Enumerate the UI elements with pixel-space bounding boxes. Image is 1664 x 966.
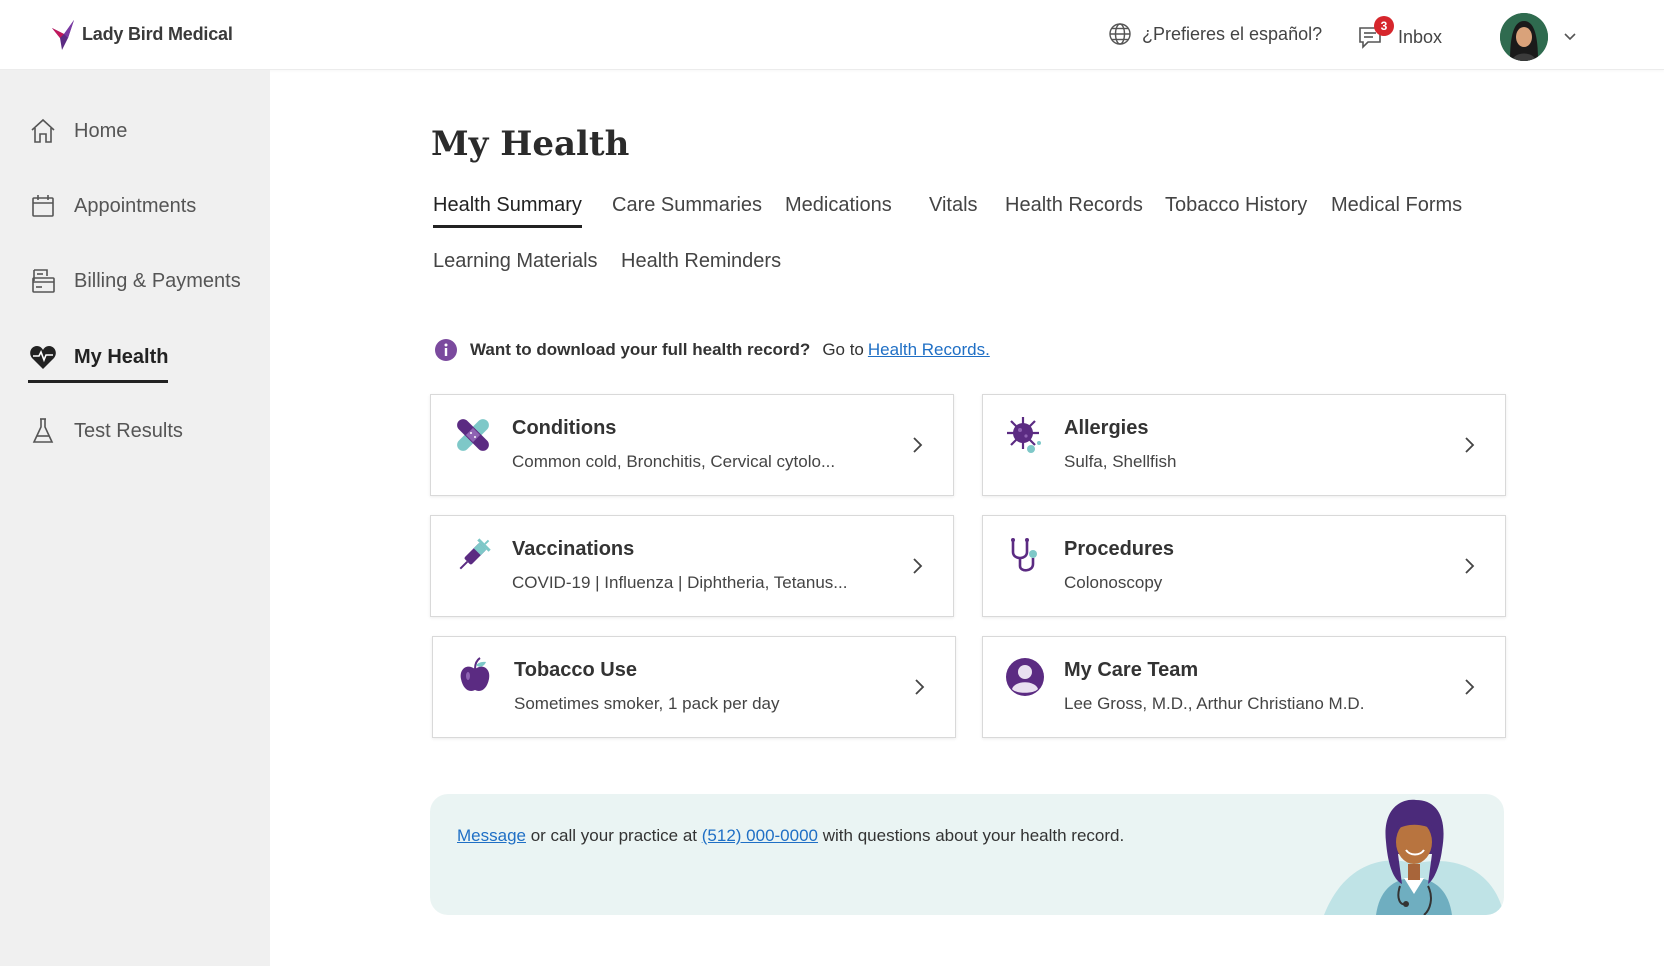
chevron-right-icon [1465,679,1475,695]
download-info: Want to download your full health record… [434,338,990,362]
top-bar: Lady Bird Medical ¿Prefieres el español?… [0,0,1664,70]
language-label: ¿Prefieres el español? [1142,23,1323,44]
tab-health-reminders[interactable]: Health Reminders [621,250,781,273]
globe-icon [1109,23,1131,45]
procedures-card[interactable]: Procedures Colonoscopy [982,515,1506,617]
card-title: Tobacco Use [514,659,637,681]
sidebar-item-label: Billing & Payments [74,269,241,292]
tab-health-records[interactable]: Health Records [1005,194,1143,217]
message-icon: 3 [1356,16,1394,52]
chevron-right-icon [915,679,925,695]
banner-text-1: or call your practice at [530,826,698,845]
page-title: My Health [431,124,630,164]
sidebar-item-label: My Health [74,345,169,368]
contact-banner: Message or call your practice at (512) 0… [430,794,1504,915]
chevron-down-icon[interactable] [1562,28,1578,44]
sidebar-item-label: Home [74,119,128,142]
syringe-icon [459,538,491,570]
sidebar-item-test-results[interactable]: Test Results [28,416,183,446]
card-title: Allergies [1064,417,1149,439]
info-icon [435,339,457,361]
sidebar-item-my-health[interactable]: My Health [28,342,169,383]
tab-medical-forms[interactable]: Medical Forms [1331,194,1462,217]
chevron-right-icon [913,558,923,574]
inbox-button[interactable]: 3 Inbox [1356,16,1443,52]
tobacco-use-card[interactable]: Tobacco Use Sometimes smoker, 1 pack per… [432,636,956,738]
tab-health-summary[interactable]: Health Summary [433,194,582,228]
card-title: My Care Team [1064,659,1199,681]
bandage-icon [457,419,489,451]
card-subtitle: Lee Gross, M.D., Arthur Christiano M.D. [1064,694,1365,713]
card-subtitle: Colonoscopy [1064,573,1163,592]
card-title: Vaccinations [512,538,635,560]
calendar-icon [28,191,58,221]
virus-icon [1007,417,1041,453]
sidebar-item-appointments[interactable]: Appointments [28,191,196,221]
flask-icon [28,416,58,446]
person-icon [1006,658,1044,696]
sidebar-item-label: Test Results [74,419,183,442]
billing-icon [28,266,58,296]
sidebar: Home Appointments Billing & Payments My … [0,70,270,966]
info-text: Want to download your full health record… [470,340,811,359]
info-goto: Go to [822,340,864,359]
banner-text: Message or call your practice at (512) 0… [457,826,1124,846]
health-records-link[interactable]: Health Records. [868,340,990,360]
card-subtitle: Sometimes smoker, 1 pack per day [514,694,780,713]
brand-name: Lady Bird Medical [82,23,233,44]
brand-logo[interactable]: Lady Bird Medical [50,18,233,50]
heart-icon [28,342,58,372]
tab-vitals[interactable]: Vitals [929,194,978,217]
tab-learning-materials[interactable]: Learning Materials [433,250,598,273]
card-title: Conditions [512,417,617,439]
avatar[interactable] [1500,13,1548,61]
phone-link[interactable]: (512) 000-0000 [702,826,818,845]
card-subtitle: COVID-19 | Influenza | Diphtheria, Tetan… [512,573,848,592]
my-care-team-card[interactable]: My Care Team Lee Gross, M.D., Arthur Chr… [982,636,1506,738]
card-subtitle: Common cold, Bronchitis, Cervical cytolo… [512,452,836,471]
chevron-right-icon [1465,437,1475,453]
bird-logo-icon [52,20,74,50]
tab-tobacco-history[interactable]: Tobacco History [1165,194,1307,217]
home-icon [28,116,58,146]
chevron-right-icon [913,437,923,453]
sidebar-item-billing[interactable]: Billing & Payments [28,266,241,296]
sidebar-item-label: Appointments [74,194,197,217]
vaccinations-card[interactable]: Vaccinations COVID-19 | Influenza | Diph… [430,515,954,617]
inbox-badge: 3 [1374,16,1394,36]
card-subtitle: Sulfa, Shellfish [1064,452,1177,471]
tab-care-summaries[interactable]: Care Summaries [612,194,762,217]
banner-text-2: with questions about your health record. [822,826,1125,845]
stethoscope-icon [1011,538,1037,572]
card-title: Procedures [1064,538,1175,560]
tab-medications[interactable]: Medications [785,194,892,217]
allergies-card[interactable]: Allergies Sulfa, Shellfish [982,394,1506,496]
apple-icon [460,657,490,691]
doctor-illustration [1324,799,1504,915]
inbox-label: Inbox [1398,26,1443,47]
message-link[interactable]: Message [457,826,526,845]
sidebar-item-home[interactable]: Home [28,116,127,146]
chevron-right-icon [1465,558,1475,574]
conditions-card[interactable]: Conditions Common cold, Bronchitis, Cerv… [430,394,954,496]
language-toggle[interactable]: ¿Prefieres el español? [1108,22,1322,46]
